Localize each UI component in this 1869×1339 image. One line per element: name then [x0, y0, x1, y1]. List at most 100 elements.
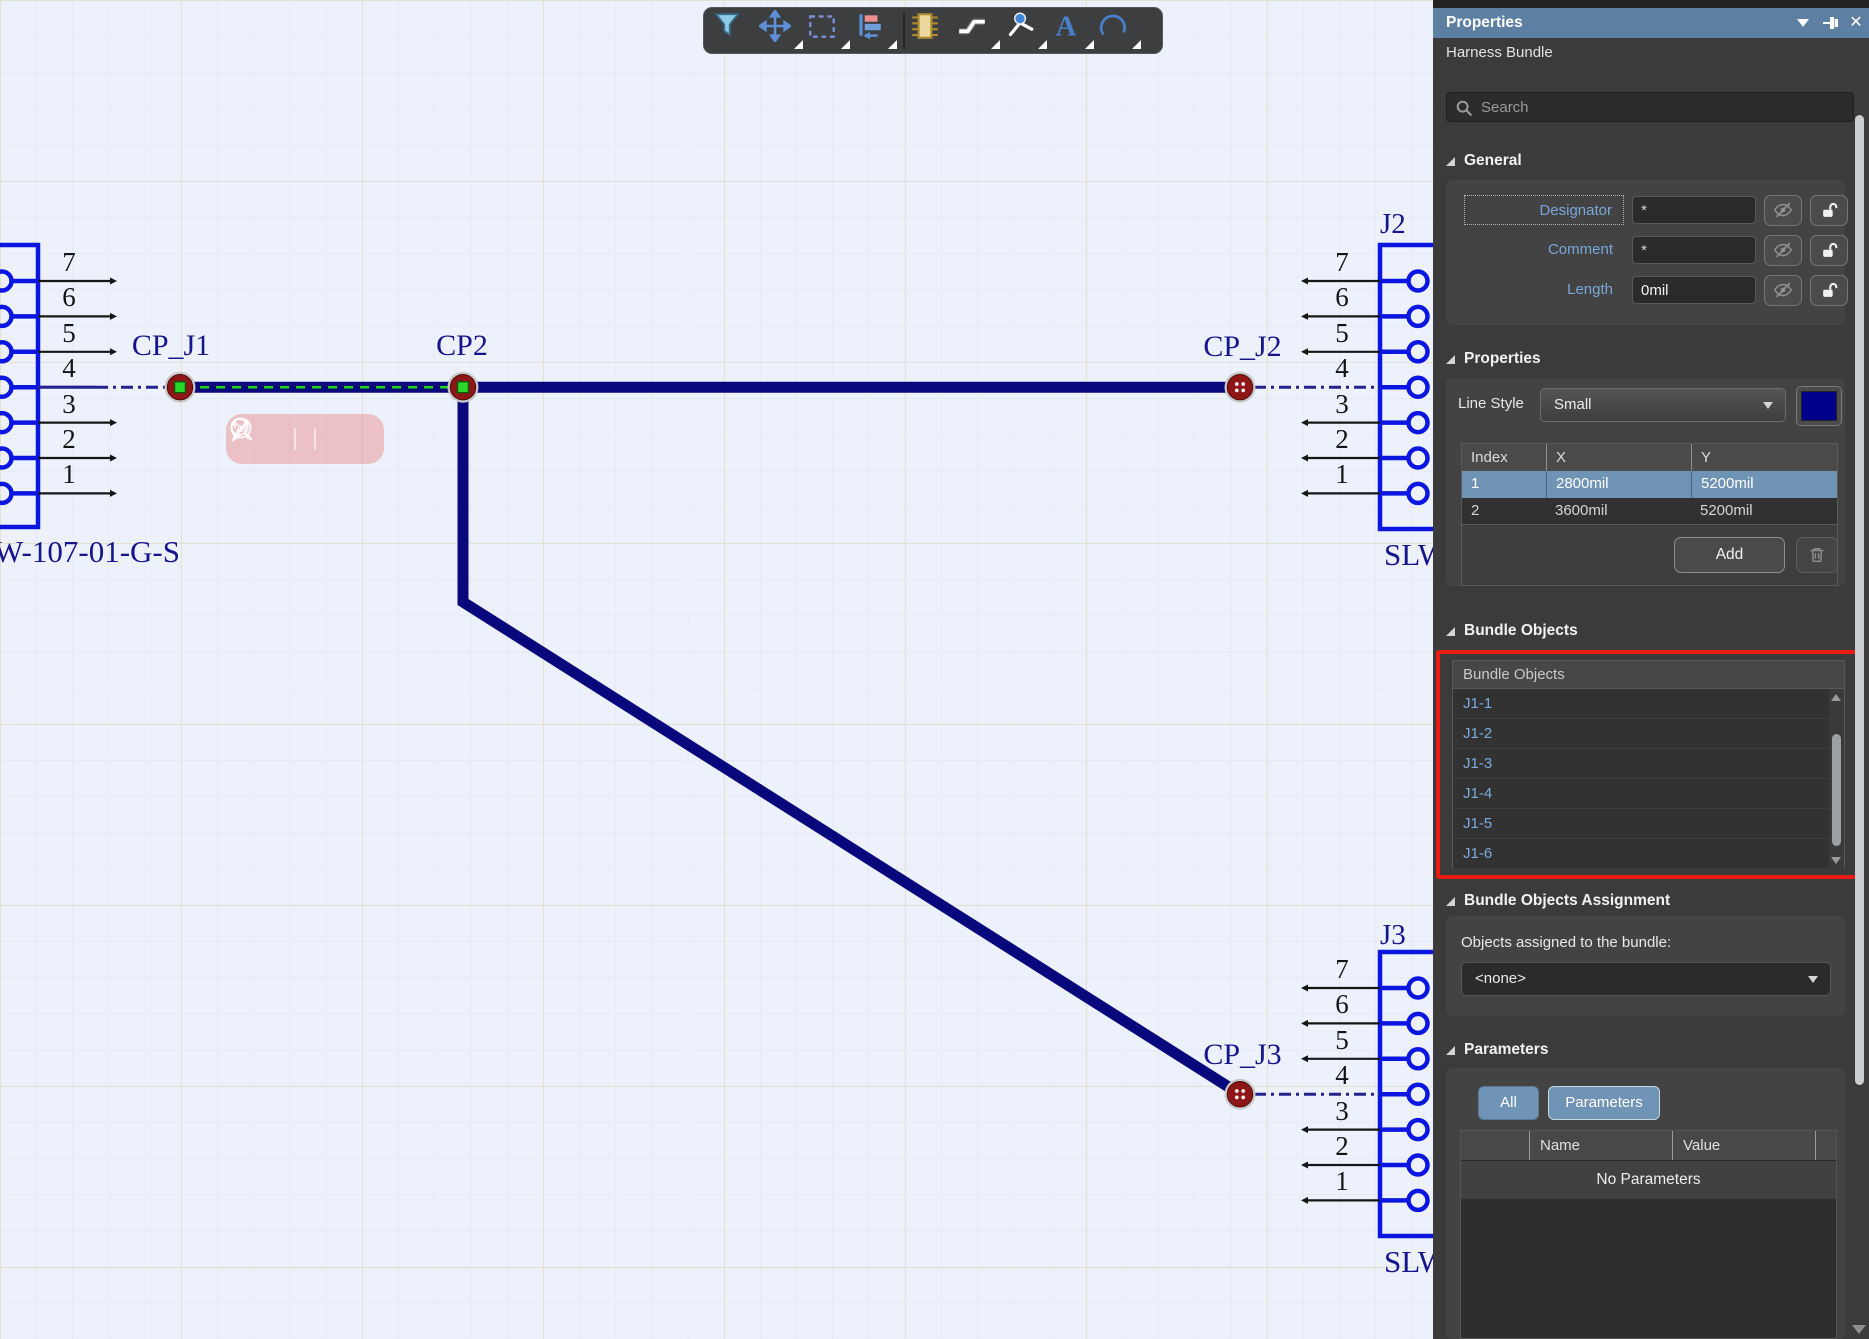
section-bundle-objects[interactable]: Bundle Objects: [1446, 622, 1578, 640]
panel-menu-button[interactable]: [1793, 8, 1813, 38]
toolbar-divider: [903, 12, 905, 49]
schematic-canvas[interactable]: CP_J1 CP2 CP_J2 CP_J3 J2 J3 W-107-01-G-S…: [0, 0, 1433, 1339]
panel-close-button[interactable]: ✕: [1845, 8, 1867, 38]
panel-scrollbar-thumb[interactable]: [1855, 115, 1864, 1085]
length-lock-button[interactable]: [1810, 274, 1848, 306]
bundle-objects-list-header: Bundle Objects: [1453, 661, 1844, 689]
bundle-list-scrollbar[interactable]: [1829, 689, 1844, 869]
coordinate-cell[interactable]: 2800mil: [1546, 471, 1691, 498]
connection-point-cp-j3[interactable]: [1224, 1078, 1256, 1110]
search-box: [1446, 92, 1854, 122]
close-icon: ✕: [1849, 14, 1863, 31]
pin-icon: [1823, 17, 1838, 29]
line-style-dropdown[interactable]: Small: [1540, 388, 1786, 422]
pin-number: 5: [1335, 317, 1349, 348]
coordinate-cell[interactable]: 5200mil: [1691, 498, 1837, 525]
properties-panel: Properties ✕ Harness Bundle General Desi…: [1433, 0, 1869, 1339]
add-vertex-button[interactable]: Add: [1674, 537, 1785, 573]
comment-input[interactable]: [1632, 236, 1756, 264]
align-tool-button[interactable]: [853, 10, 899, 51]
designator-visibility-button[interactable]: [1764, 194, 1802, 226]
pin-number: 1: [1335, 459, 1349, 490]
designator-label[interactable]: Designator: [1464, 195, 1624, 225]
panel-pin-button[interactable]: [1819, 8, 1843, 38]
place-arc-button[interactable]: [1097, 10, 1143, 51]
line-color-swatch[interactable]: [1796, 386, 1842, 426]
coordinate-cell[interactable]: 5200mil: [1691, 471, 1837, 498]
color-fill: [1801, 391, 1837, 421]
comment-lock-button[interactable]: [1810, 234, 1848, 266]
bundle-object-item[interactable]: J1-4: [1453, 779, 1844, 809]
move-tool-button[interactable]: [759, 10, 805, 51]
panel-top-strip: [1433, 0, 1869, 8]
delete-vertex-button[interactable]: [1796, 537, 1838, 573]
place-part-button[interactable]: [909, 10, 955, 51]
coordinate-row[interactable]: 1 2800mil 5200mil: [1462, 471, 1837, 498]
select-area-tool-button[interactable]: [806, 10, 852, 51]
section-bundle-objects-assignment[interactable]: Bundle Objects Assignment: [1446, 892, 1670, 910]
section-parameters[interactable]: Parameters: [1446, 1041, 1548, 1059]
pin-number: 5: [1335, 1024, 1349, 1055]
filter-all-button[interactable]: All: [1478, 1086, 1539, 1120]
pin-number: 3: [62, 388, 76, 419]
section-title: Parameters: [1464, 1041, 1549, 1058]
coordinate-cell[interactable]: 1: [1462, 471, 1546, 498]
chevron-down-icon: [1808, 976, 1818, 983]
place-text-button[interactable]: A: [1050, 10, 1096, 51]
section-title: Properties: [1464, 350, 1541, 367]
scroll-up-icon[interactable]: [1831, 694, 1841, 701]
scroll-down-icon[interactable]: [1831, 857, 1841, 864]
line-style-label: Line Style: [1458, 395, 1524, 412]
bundle-object-item[interactable]: J1-6: [1453, 839, 1844, 869]
col-extra: [1815, 1131, 1836, 1160]
parameters-table: Name Value No Parameters: [1460, 1130, 1837, 1339]
section-properties[interactable]: Properties: [1446, 350, 1541, 368]
connection-point-cp2[interactable]: [447, 371, 479, 403]
search-icon: [1456, 100, 1472, 116]
length-visibility-button[interactable]: [1764, 274, 1802, 306]
assignment-dropdown[interactable]: <none>: [1461, 962, 1831, 996]
filter-parameters-button[interactable]: Parameters: [1548, 1086, 1660, 1120]
bundle-object-item[interactable]: J1-3: [1453, 749, 1844, 779]
pin-number: 4: [1335, 1060, 1349, 1091]
connection-point-cp-j2[interactable]: [1224, 371, 1256, 403]
connection-point-cp-j1[interactable]: [164, 371, 196, 403]
comment-visibility-button[interactable]: [1764, 234, 1802, 266]
coordinate-row[interactable]: 2 3600mil 5200mil: [1462, 497, 1837, 525]
no-parameters-text: No Parameters: [1461, 1161, 1836, 1199]
scrollbar-thumb[interactable]: [1832, 734, 1841, 846]
coordinate-cell[interactable]: 2: [1462, 498, 1546, 525]
coordinates-table-footer: Add: [1462, 524, 1838, 585]
pin-number: 3: [1335, 388, 1349, 419]
length-input[interactable]: [1632, 276, 1756, 304]
chevron-down-icon: [1797, 19, 1809, 27]
pin-number: 7: [1335, 247, 1349, 277]
bundle-object-item[interactable]: J1-1: [1453, 689, 1844, 719]
wire-icon: [959, 18, 985, 35]
floating-toolbar: A: [703, 7, 1163, 54]
pin-number: 4: [1335, 353, 1349, 384]
bundle-objects-list: Bundle Objects J1-1 J1-2 J1-3 J1-4 J1-5 J1-6: [1452, 660, 1845, 869]
place-wire-button[interactable]: [956, 10, 1002, 51]
filter-icon: [714, 13, 740, 37]
filter-tool-button[interactable]: [712, 10, 758, 51]
bundle-object-item[interactable]: J1-2: [1453, 719, 1844, 749]
selection-rectangle-icon: [809, 15, 835, 38]
assignment-value: <none>: [1475, 970, 1526, 987]
eye-slash-icon: [1773, 242, 1793, 258]
align-icon: [859, 14, 881, 40]
section-general[interactable]: General: [1446, 152, 1522, 170]
search-input[interactable]: [1479, 94, 1839, 120]
pin-number: 5: [62, 317, 76, 348]
place-net-button[interactable]: [1003, 10, 1049, 51]
col-value: Value: [1672, 1131, 1815, 1160]
trash-icon: [1810, 547, 1824, 563]
section-title: General: [1464, 152, 1522, 169]
bundle-object-item[interactable]: J1-5: [1453, 809, 1844, 839]
ai-assistant-toolbar[interactable]: AI: [226, 414, 384, 464]
coordinate-cell[interactable]: 3600mil: [1546, 498, 1691, 525]
designator-input[interactable]: [1632, 196, 1756, 224]
harness-bundle-wire-diagonal[interactable]: [457, 387, 1243, 1099]
designator-lock-button[interactable]: [1810, 194, 1848, 226]
panel-scroll-down-icon[interactable]: [1852, 1325, 1866, 1334]
